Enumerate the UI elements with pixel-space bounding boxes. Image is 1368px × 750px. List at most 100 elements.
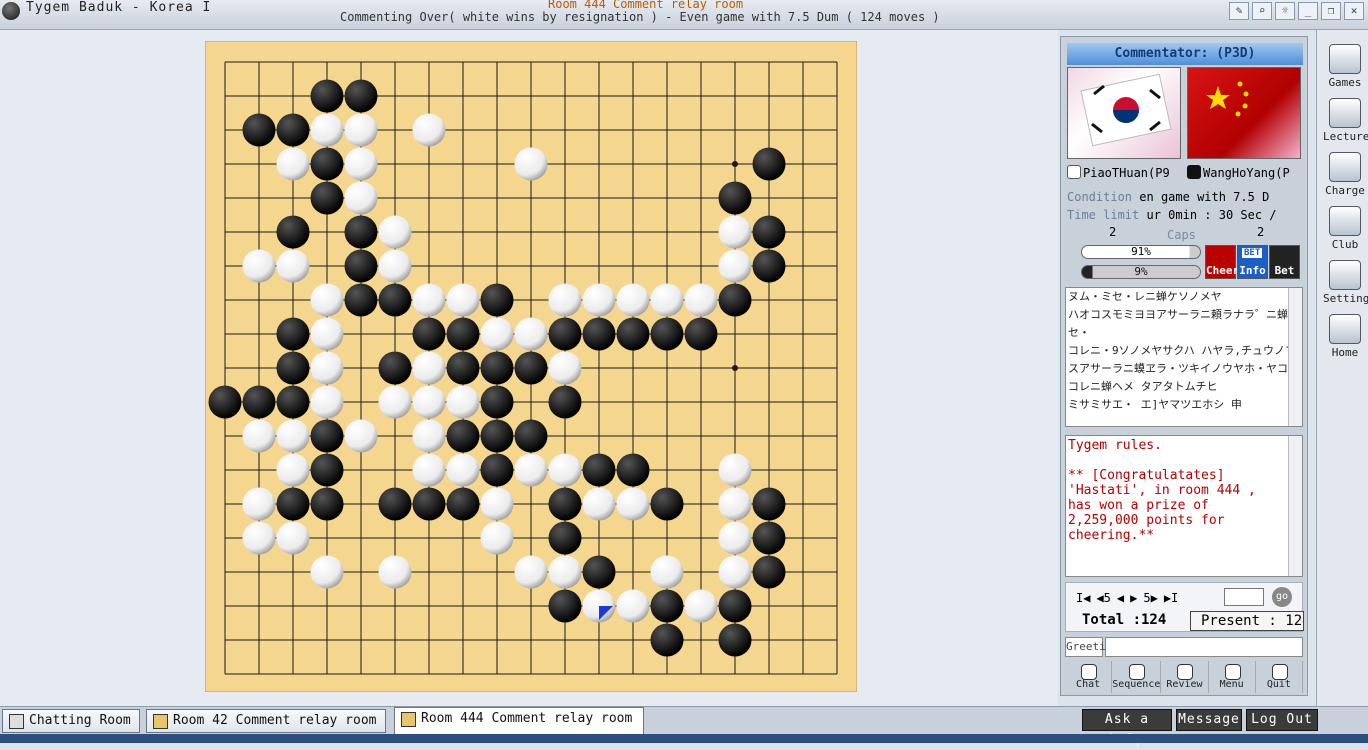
black-stone (752, 555, 786, 589)
white-stone (310, 555, 344, 589)
condition-label: Condition (1067, 190, 1133, 204)
sidebar-item-home[interactable]: Home (1323, 314, 1367, 364)
restore-button[interactable]: ❐ (1321, 2, 1341, 20)
chat-scrollbar[interactable] (1288, 288, 1302, 426)
first-move-button[interactable]: I◀ (1076, 591, 1090, 605)
bet-info-label: Info (1239, 264, 1266, 277)
sidebar-item-setting[interactable]: Setting (1323, 260, 1368, 310)
tab-room-444[interactable]: Room 444 Comment relay room (394, 707, 644, 735)
white-stone (718, 487, 752, 521)
sidebar-item-charge[interactable]: Charge (1323, 152, 1367, 202)
message-line: 2,259,000 points for (1068, 513, 1225, 528)
black-stone (412, 317, 446, 351)
chat-line: ミサミサエ・ エ]ヤマツエホシ 申 (1068, 398, 1242, 411)
white-stone (718, 249, 752, 283)
tab-chatting-room[interactable]: Chatting Room (2, 709, 140, 733)
review-button[interactable]: Review (1161, 661, 1209, 693)
white-stone (276, 453, 310, 487)
white-stone (480, 317, 514, 351)
black-stone (480, 419, 514, 453)
white-stone (582, 487, 616, 521)
move-number-input[interactable] (1224, 588, 1264, 606)
chat-line: コレニ蝉ヘメ タアタトムチヒ (1068, 380, 1218, 393)
black-stone (718, 283, 752, 317)
white-stone (378, 249, 412, 283)
cheer-button[interactable]: Cheer (1205, 245, 1239, 279)
sidebar-item-club[interactable]: Club (1323, 206, 1367, 256)
white-win-bar: 91% (1081, 245, 1201, 259)
white-stone (310, 113, 344, 147)
system-messages[interactable]: Tygem rules. ** [Congratulatates] 'Hastati… (1065, 435, 1303, 577)
black-stone (378, 487, 412, 521)
total-moves: Total :124 (1082, 612, 1167, 628)
sidebar-item-label: Setting (1323, 292, 1368, 305)
white-stone (412, 283, 446, 317)
message-line: has won a prize of (1068, 498, 1209, 513)
palette-icon[interactable]: ✎ (1229, 2, 1249, 20)
games-icon (1329, 44, 1361, 74)
black-stone (548, 521, 582, 555)
chat-button[interactable]: Chat (1065, 661, 1113, 693)
quit-button[interactable]: Quit (1256, 661, 1303, 693)
white-stone (718, 521, 752, 555)
sidebar-item-label: Home (1331, 346, 1359, 359)
message-button[interactable]: Message (1176, 709, 1242, 731)
back-5-button[interactable]: ◀5 (1096, 591, 1110, 605)
chat-log[interactable]: ヌム・ミセ・レニ蝉ケソノメヤ ハオコスモミヨヨアサーラニ頼ラナラ゜ニ蝉トクミ セ・コ… (1065, 287, 1303, 427)
black-stone (378, 283, 412, 317)
black-stone (548, 487, 582, 521)
lightbulb-icon[interactable]: ☼ (1275, 2, 1295, 20)
white-stone (650, 555, 684, 589)
star-point (732, 161, 738, 167)
white-stone (378, 555, 412, 589)
white-stone (378, 215, 412, 249)
panel-toolbar: Chat Sequence Review Menu Quit (1065, 661, 1303, 693)
sidebar-item-lecture[interactable]: Lecture (1323, 98, 1368, 148)
sequence-button[interactable]: Sequence (1112, 661, 1162, 693)
forward-button[interactable]: ▶ (1130, 591, 1137, 605)
black-stone (684, 317, 718, 351)
black-stone (514, 351, 548, 385)
black-stone-icon (1187, 165, 1201, 179)
black-stone (378, 351, 412, 385)
black-stone (310, 487, 344, 521)
white-stone (514, 453, 548, 487)
black-stone (446, 487, 480, 521)
messages-scrollbar[interactable] (1288, 436, 1302, 576)
condition-value: en game with 7.5 D (1139, 190, 1270, 204)
minimize-button[interactable]: _ (1298, 2, 1318, 20)
close-button[interactable]: ✕ (1344, 2, 1364, 20)
white-stone (412, 385, 446, 419)
black-stone (446, 419, 480, 453)
white-stone (446, 453, 480, 487)
bet-info-button[interactable]: BET Info (1237, 245, 1268, 279)
white-stone (412, 351, 446, 385)
last-move-button[interactable]: ▶I (1164, 591, 1178, 605)
white-stone (344, 419, 378, 453)
go-board[interactable] (205, 41, 857, 692)
korea-flag-image (1067, 67, 1181, 159)
black-stone (548, 385, 582, 419)
back-button[interactable]: ◀ (1117, 591, 1124, 605)
black-stone (718, 181, 752, 215)
tab-room-42[interactable]: Room 42 Comment relay room (146, 709, 386, 733)
go-button[interactable]: go (1272, 587, 1292, 607)
ask-help-button[interactable]: Ask a help (1082, 709, 1172, 747)
bet-button[interactable]: Bet (1269, 245, 1300, 279)
forward-5-button[interactable]: 5▶ (1143, 591, 1157, 605)
greeting-input[interactable] (1105, 637, 1303, 657)
condition-row: Condition en game with 7.5 D (1067, 189, 1303, 205)
black-stone (344, 79, 378, 113)
search-icon[interactable]: ⌕ (1252, 2, 1272, 20)
caps-black: 2 (1257, 225, 1265, 239)
time-limit-label: Time limit (1067, 208, 1140, 222)
setting-icon (1329, 260, 1361, 290)
white-stone (718, 453, 752, 487)
white-stone (446, 385, 480, 419)
sidebar-item-games[interactable]: Games (1323, 44, 1367, 94)
menu-button[interactable]: Menu (1209, 661, 1256, 693)
black-stone (548, 317, 582, 351)
time-limit-row: Time limit ur 0min : 30 Sec / (1067, 207, 1303, 223)
logout-button[interactable]: Log Out (1246, 709, 1318, 731)
home-icon (1329, 314, 1361, 344)
